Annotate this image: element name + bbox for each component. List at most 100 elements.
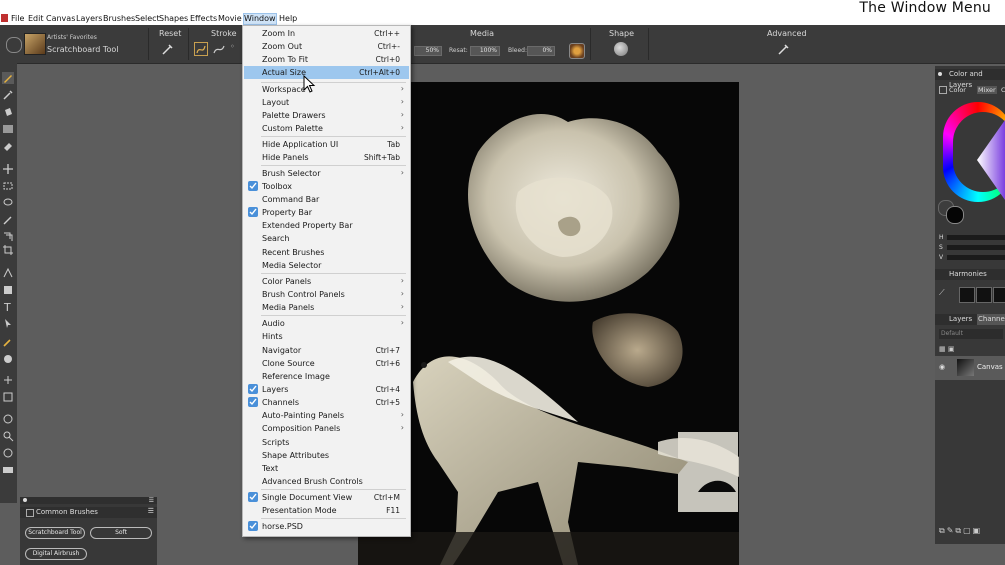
menu-item-recent-brushes[interactable]: Recent Brushes [244,246,409,259]
transform-icon[interactable] [2,231,14,243]
s-slider[interactable] [947,245,1005,250]
menu-layers[interactable]: Layers [76,14,102,24]
menu-item-scripts[interactable]: Scripts [244,436,409,449]
harmonies-header[interactable]: Harmonies [935,269,1005,280]
color-swatch-icon[interactable] [2,464,14,476]
menu-item-shape-attributes[interactable]: Shape Attributes [244,449,409,462]
menu-item-workspace[interactable]: Workspace › [244,83,409,96]
panel-drag-handle[interactable]: ☰ [20,497,157,504]
brush-preset-digital-airbrush[interactable]: Digital Airbrush [25,548,87,560]
brush-tool-icon[interactable] [2,72,14,84]
menu-item-document-horse[interactable]: horse.PSD [244,520,409,533]
menu-item-single-document-view[interactable]: Single Document View Ctrl+M [244,491,409,504]
pen-tool-icon[interactable] [2,267,14,279]
menu-item-hide-application-ui[interactable]: Hide Application UI Tab [244,138,409,151]
menu-movie[interactable]: Movie [218,14,242,24]
brush-shape-icon[interactable] [614,42,628,56]
cloner-tool-icon[interactable] [2,336,14,348]
magnifier-icon[interactable] [2,430,14,442]
grabber-tool-icon[interactable] [2,413,14,425]
rotate-page-icon[interactable] [2,447,14,459]
menu-item-advanced-brush-controls[interactable]: Advanced Brush Controls [244,475,409,488]
menu-item-command-bar[interactable]: Command Bar [244,193,409,206]
panel-menu-icon[interactable]: ☰ [148,507,154,515]
stroke-more-icon[interactable]: ◦ [230,42,238,56]
magic-wand-icon[interactable] [2,214,14,226]
menu-help[interactable]: Help [279,14,297,24]
menu-effects[interactable]: Effects [190,14,217,24]
menu-item-brush-selector[interactable]: Brush Selector › [244,167,409,180]
panel-menu-icon[interactable] [938,72,942,76]
menu-item-custom-palette[interactable]: Custom Palette › [244,122,409,135]
menu-item-clone-source[interactable]: Clone Source Ctrl+6 [244,357,409,370]
rect-select-icon[interactable] [2,180,14,192]
menu-item-brush-control-panels[interactable]: Brush Control Panels › [244,288,409,301]
panel-menu-icon[interactable]: ☰ [149,497,154,504]
menu-item-hide-panels[interactable]: Hide Panels Shift+Tab [244,151,409,164]
composite-method-select[interactable]: Default [939,329,1003,339]
lasso-icon[interactable] [2,197,14,209]
menu-brushes[interactable]: Brushes [103,14,135,24]
menu-item-media-panels[interactable]: Media Panels › [244,301,409,314]
menu-item-presentation-mode[interactable]: Presentation Mode F11 [244,504,409,517]
tab-color[interactable]: Color [949,86,966,94]
text-tool-icon[interactable]: T [2,300,14,314]
menu-item-actual-size[interactable]: Actual Size Ctrl+Alt+0 [244,66,409,79]
menu-canvas[interactable]: Canvas [46,14,75,24]
harmony-swatch[interactable] [993,287,1005,303]
harmony-swatch[interactable] [959,287,975,303]
h-slider[interactable] [947,235,1005,240]
menu-item-reference-image[interactable]: Reference Image [244,370,409,383]
menu-item-layers[interactable]: Layers Ctrl+4 [244,383,409,396]
menu-item-search[interactable]: Search [244,232,409,245]
menu-file[interactable]: File [11,14,24,24]
advanced-brush-icon[interactable] [777,42,791,56]
brush-history-icon[interactable] [6,37,22,53]
freehand-stroke-icon[interactable] [194,42,208,56]
menu-item-zoom-in[interactable]: Zoom In Ctrl++ [244,27,409,40]
straight-stroke-icon[interactable] [212,42,226,56]
menu-item-composition-panels[interactable]: Composition Panels › [244,422,409,435]
opacity-field[interactable]: 50% [414,46,442,56]
menu-item-extended-property-bar[interactable]: Extended Property Bar [244,219,409,232]
mirror-tool-icon[interactable] [2,391,14,403]
menu-item-toolbox[interactable]: Toolbox [244,180,409,193]
dodge-tool-icon[interactable] [2,374,14,386]
rect-shape-icon[interactable] [2,284,14,296]
tab-layers[interactable]: Layers [949,314,972,325]
brush-variant-name[interactable]: Scratchboard Tool [47,45,118,54]
brush-variant-icon[interactable] [24,33,46,55]
menu-shapes[interactable]: Shapes [159,14,188,24]
brush-preset-soft[interactable]: Soft [90,527,152,539]
layer-adjuster-icon[interactable] [2,163,14,175]
gradient-tool-icon[interactable] [2,123,14,135]
menu-item-color-panels[interactable]: Color Panels › [244,275,409,288]
menu-item-zoom-to-fit[interactable]: Zoom To Fit Ctrl+0 [244,53,409,66]
menu-item-layout[interactable]: Layout › [244,96,409,109]
eraser-tool-icon[interactable] [2,140,14,152]
rubber-stamp-icon[interactable] [2,353,14,365]
visibility-eye-icon[interactable]: ◉ [939,363,945,371]
menu-item-hints[interactable]: Hints [244,330,409,343]
document-canvas[interactable] [358,82,739,565]
menu-item-navigator[interactable]: Navigator Ctrl+7 [244,344,409,357]
bleed-field[interactable]: 0% [527,46,555,56]
menu-window[interactable]: Window [243,13,277,25]
v-slider[interactable] [947,255,1005,260]
brush-preset-scratchboard[interactable]: Scratchboard Tool [25,527,85,539]
harmony-rule-icon[interactable]: ⟋ [939,288,949,298]
layer-row-canvas[interactable]: ◉ Canvas [935,356,1005,380]
collapse-icon[interactable] [26,509,34,517]
layer-options-icons[interactable]: ▦ ▣ [939,345,969,354]
menu-item-property-bar[interactable]: Property Bar [244,206,409,219]
tab-channels[interactable]: Channels [977,314,1005,325]
reset-brush-icon[interactable] [161,42,175,56]
menu-item-audio[interactable]: Audio › [244,317,409,330]
tab-mixer[interactable]: Mixer [977,86,997,94]
menu-item-palette-drawers[interactable]: Palette Drawers › [244,109,409,122]
collapse-icon[interactable] [939,86,947,94]
menu-select[interactable]: Select [135,14,160,24]
menu-item-text[interactable]: Text [244,462,409,475]
menu-item-media-selector[interactable]: Media Selector [244,259,409,272]
dropper-tool-icon[interactable] [2,89,14,101]
